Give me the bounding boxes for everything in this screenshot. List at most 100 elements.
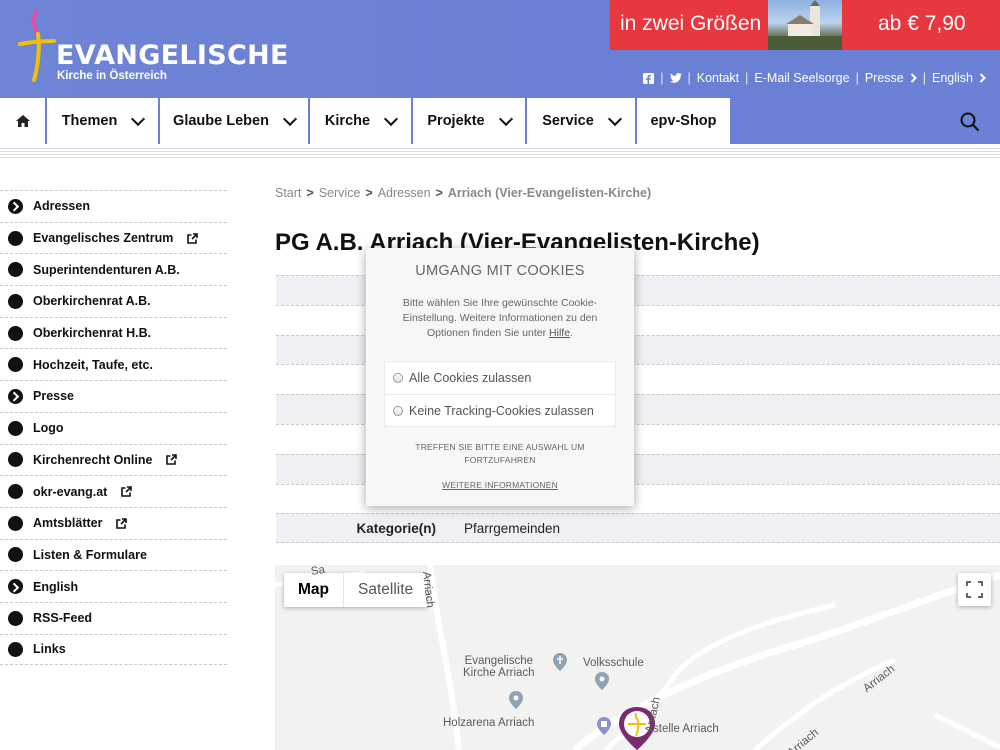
fullscreen-button[interactable] bbox=[958, 573, 991, 606]
place-pin-icon[interactable] bbox=[509, 691, 523, 709]
chevron-down-icon bbox=[498, 111, 513, 126]
bullet-dot-icon bbox=[8, 484, 23, 500]
chevron-circle-icon bbox=[8, 198, 23, 214]
table-row: Kategorie(n) Pfarrgemeinden bbox=[276, 513, 1000, 544]
search-icon[interactable] bbox=[960, 112, 980, 132]
cookie-text-end: . bbox=[570, 327, 573, 339]
place-pin-icon[interactable] bbox=[553, 653, 567, 671]
breadcrumb-separator: > bbox=[365, 186, 373, 200]
cookie-options: Alle Cookies zulassen Keine Tracking-Coo… bbox=[384, 361, 616, 427]
breadcrumb-separator: > bbox=[306, 186, 314, 200]
nav-themen[interactable]: Themen bbox=[47, 98, 158, 144]
bullet-dot-icon bbox=[8, 610, 23, 626]
map-label-church[interactable]: Evangelische Kirche Arriach bbox=[463, 655, 535, 679]
external-link-icon bbox=[166, 454, 178, 466]
nav-kirche[interactable]: Kirche bbox=[310, 98, 411, 144]
cookie-dialog: UMGANG MIT COOKIES Bitte wählen Sie Ihre… bbox=[366, 248, 634, 506]
external-link-icon bbox=[121, 486, 133, 497]
cookie-title: UMGANG MIT COOKIES bbox=[415, 263, 585, 279]
breadcrumb-adressen[interactable]: Adressen bbox=[378, 186, 431, 200]
breadcrumb: Start > Service > Adressen > Arriach (Vi… bbox=[275, 186, 651, 200]
separator: | bbox=[855, 71, 859, 85]
sidebar-item-rss-feed[interactable]: RSS-Feed bbox=[0, 601, 227, 634]
breadcrumb-service[interactable]: Service bbox=[319, 186, 361, 200]
sidebar-item-label: Superintendenturen A.B. bbox=[33, 262, 180, 277]
place-pin-icon[interactable] bbox=[597, 717, 611, 735]
nav-projekte-label: Projekte bbox=[427, 113, 485, 129]
nav-glaube-leben[interactable]: Glaube Leben bbox=[160, 98, 308, 144]
info-label: Kategorie(n) bbox=[356, 521, 436, 537]
map-label-holzarena[interactable]: Holzarena Arriach bbox=[443, 717, 534, 729]
bullet-dot-icon bbox=[8, 515, 23, 531]
sidebar-item-superintendenturen-a-b[interactable]: Superintendenturen A.B. bbox=[0, 253, 227, 285]
toplink-email-seelsorge[interactable]: E-Mail Seelsorge bbox=[754, 71, 849, 85]
sidebar-item-label: Amtsblätter bbox=[33, 516, 103, 531]
nav-themen-label: Themen bbox=[61, 113, 118, 129]
sidebar-item-english[interactable]: English bbox=[0, 570, 227, 602]
ad-left-text: in zwei Größen bbox=[620, 12, 762, 35]
chevron-down-icon bbox=[131, 111, 146, 126]
bullet-dot-icon bbox=[8, 641, 23, 657]
breadcrumb-separator: > bbox=[435, 186, 443, 200]
church-photo bbox=[768, 0, 842, 50]
ad-banner[interactable]: in zwei Größen ab € 7,90 bbox=[610, 0, 1000, 50]
sidebar-item-label: Links bbox=[33, 642, 66, 657]
radio-button[interactable] bbox=[393, 373, 403, 383]
sidebar-item-evangelisches-zentrum[interactable]: Evangelisches Zentrum bbox=[0, 221, 227, 254]
sidebar-item-amtsblätter[interactable]: Amtsblätter bbox=[0, 506, 227, 539]
map-label-school[interactable]: Volksschule bbox=[583, 657, 644, 669]
info-value: Pfarrgemeinden bbox=[464, 521, 561, 537]
header-divider bbox=[0, 146, 1000, 158]
toplink-presse[interactable]: Presse bbox=[865, 71, 904, 85]
sidebar-item-listen-formulare[interactable]: Listen & Formulare bbox=[0, 538, 227, 571]
bullet-dot-icon bbox=[8, 547, 23, 563]
chevron-right-icon bbox=[979, 73, 986, 83]
map-type-satellite-button[interactable]: Satellite bbox=[344, 573, 427, 607]
sidebar-item-label: okr-evang.at bbox=[33, 484, 108, 499]
nav-projekte[interactable]: Projekte bbox=[413, 98, 525, 144]
map-type-map-button[interactable]: Map bbox=[284, 573, 344, 607]
nav-kirche-label: Kirche bbox=[324, 113, 371, 129]
sidebar-item-label: Oberkirchenrat A.B. bbox=[33, 294, 151, 309]
twitter-icon[interactable] bbox=[669, 73, 682, 83]
sidebar-item-adressen[interactable]: Adressen bbox=[0, 190, 227, 222]
sidebar-item-logo[interactable]: Logo bbox=[0, 411, 227, 444]
sidebar-item-okr-evang-at[interactable]: okr-evang.at bbox=[0, 475, 227, 507]
place-pin-icon[interactable] bbox=[595, 672, 609, 690]
nav-home[interactable] bbox=[0, 98, 45, 144]
chevron-right-icon bbox=[910, 73, 917, 83]
sidebar-item-presse[interactable]: Presse bbox=[0, 380, 227, 412]
sidebar-item-hochzeit-taufe-etc[interactable]: Hochzeit, Taufe, etc. bbox=[0, 348, 227, 380]
bullet-dot-icon bbox=[8, 420, 23, 436]
radio-button[interactable] bbox=[393, 405, 403, 416]
breadcrumb-start[interactable]: Start bbox=[275, 186, 301, 200]
nav-service[interactable]: Service bbox=[527, 98, 635, 144]
sidebar-item-label: RSS-Feed bbox=[33, 611, 93, 626]
external-link-icon bbox=[187, 232, 199, 244]
sidebar-item-oberkirchenrat-a-b[interactable]: Oberkirchenrat A.B. bbox=[0, 285, 227, 317]
breadcrumb-current: Arriach (Vier-Evangelisten-Kirche) bbox=[447, 186, 652, 200]
cookie-more-info-link[interactable]: WEITERE INFORMATIONEN bbox=[366, 480, 634, 490]
bullet-dot-icon bbox=[8, 230, 23, 246]
sidebar-item-links[interactable]: Links bbox=[0, 633, 227, 666]
nav-service-label: Service bbox=[542, 113, 594, 129]
map[interactable]: Map Satellite Evangelische Kirche Arriach… bbox=[275, 565, 1000, 750]
separator: | bbox=[745, 71, 749, 85]
nav-epv-shop[interactable]: epv-Shop bbox=[637, 98, 730, 144]
separator: | bbox=[660, 71, 664, 85]
cookie-text: Bitte wählen Sie Ihre gewünschte Cookie-… bbox=[382, 296, 618, 341]
bullet-dot-icon bbox=[8, 262, 23, 278]
logo[interactable]: EVANGELISCHE Kirche in Österreich bbox=[16, 8, 288, 88]
toplink-english[interactable]: English bbox=[932, 71, 973, 85]
bullet-dot-icon bbox=[8, 293, 23, 309]
cookie-help-link[interactable]: Hilfe bbox=[549, 327, 570, 339]
sidebar-item-oberkirchenrat-h-b[interactable]: Oberkirchenrat H.B. bbox=[0, 316, 227, 349]
cookie-option-all[interactable]: Alle Cookies zulassen bbox=[385, 362, 615, 394]
toplink-kontakt[interactable]: Kontakt bbox=[697, 71, 739, 85]
facebook-icon[interactable] bbox=[643, 72, 655, 84]
sidebar-item-kirchenrecht-online[interactable]: Kirchenrecht Online bbox=[0, 443, 227, 476]
chevron-down-icon bbox=[282, 111, 298, 126]
nav-glaube-leben-label: Glaube Leben bbox=[173, 113, 269, 129]
cookie-option-no-tracking[interactable]: Keine Tracking-Cookies zulassen bbox=[385, 394, 615, 426]
map-label-stelle[interactable]: stelle Arriach bbox=[653, 723, 719, 735]
